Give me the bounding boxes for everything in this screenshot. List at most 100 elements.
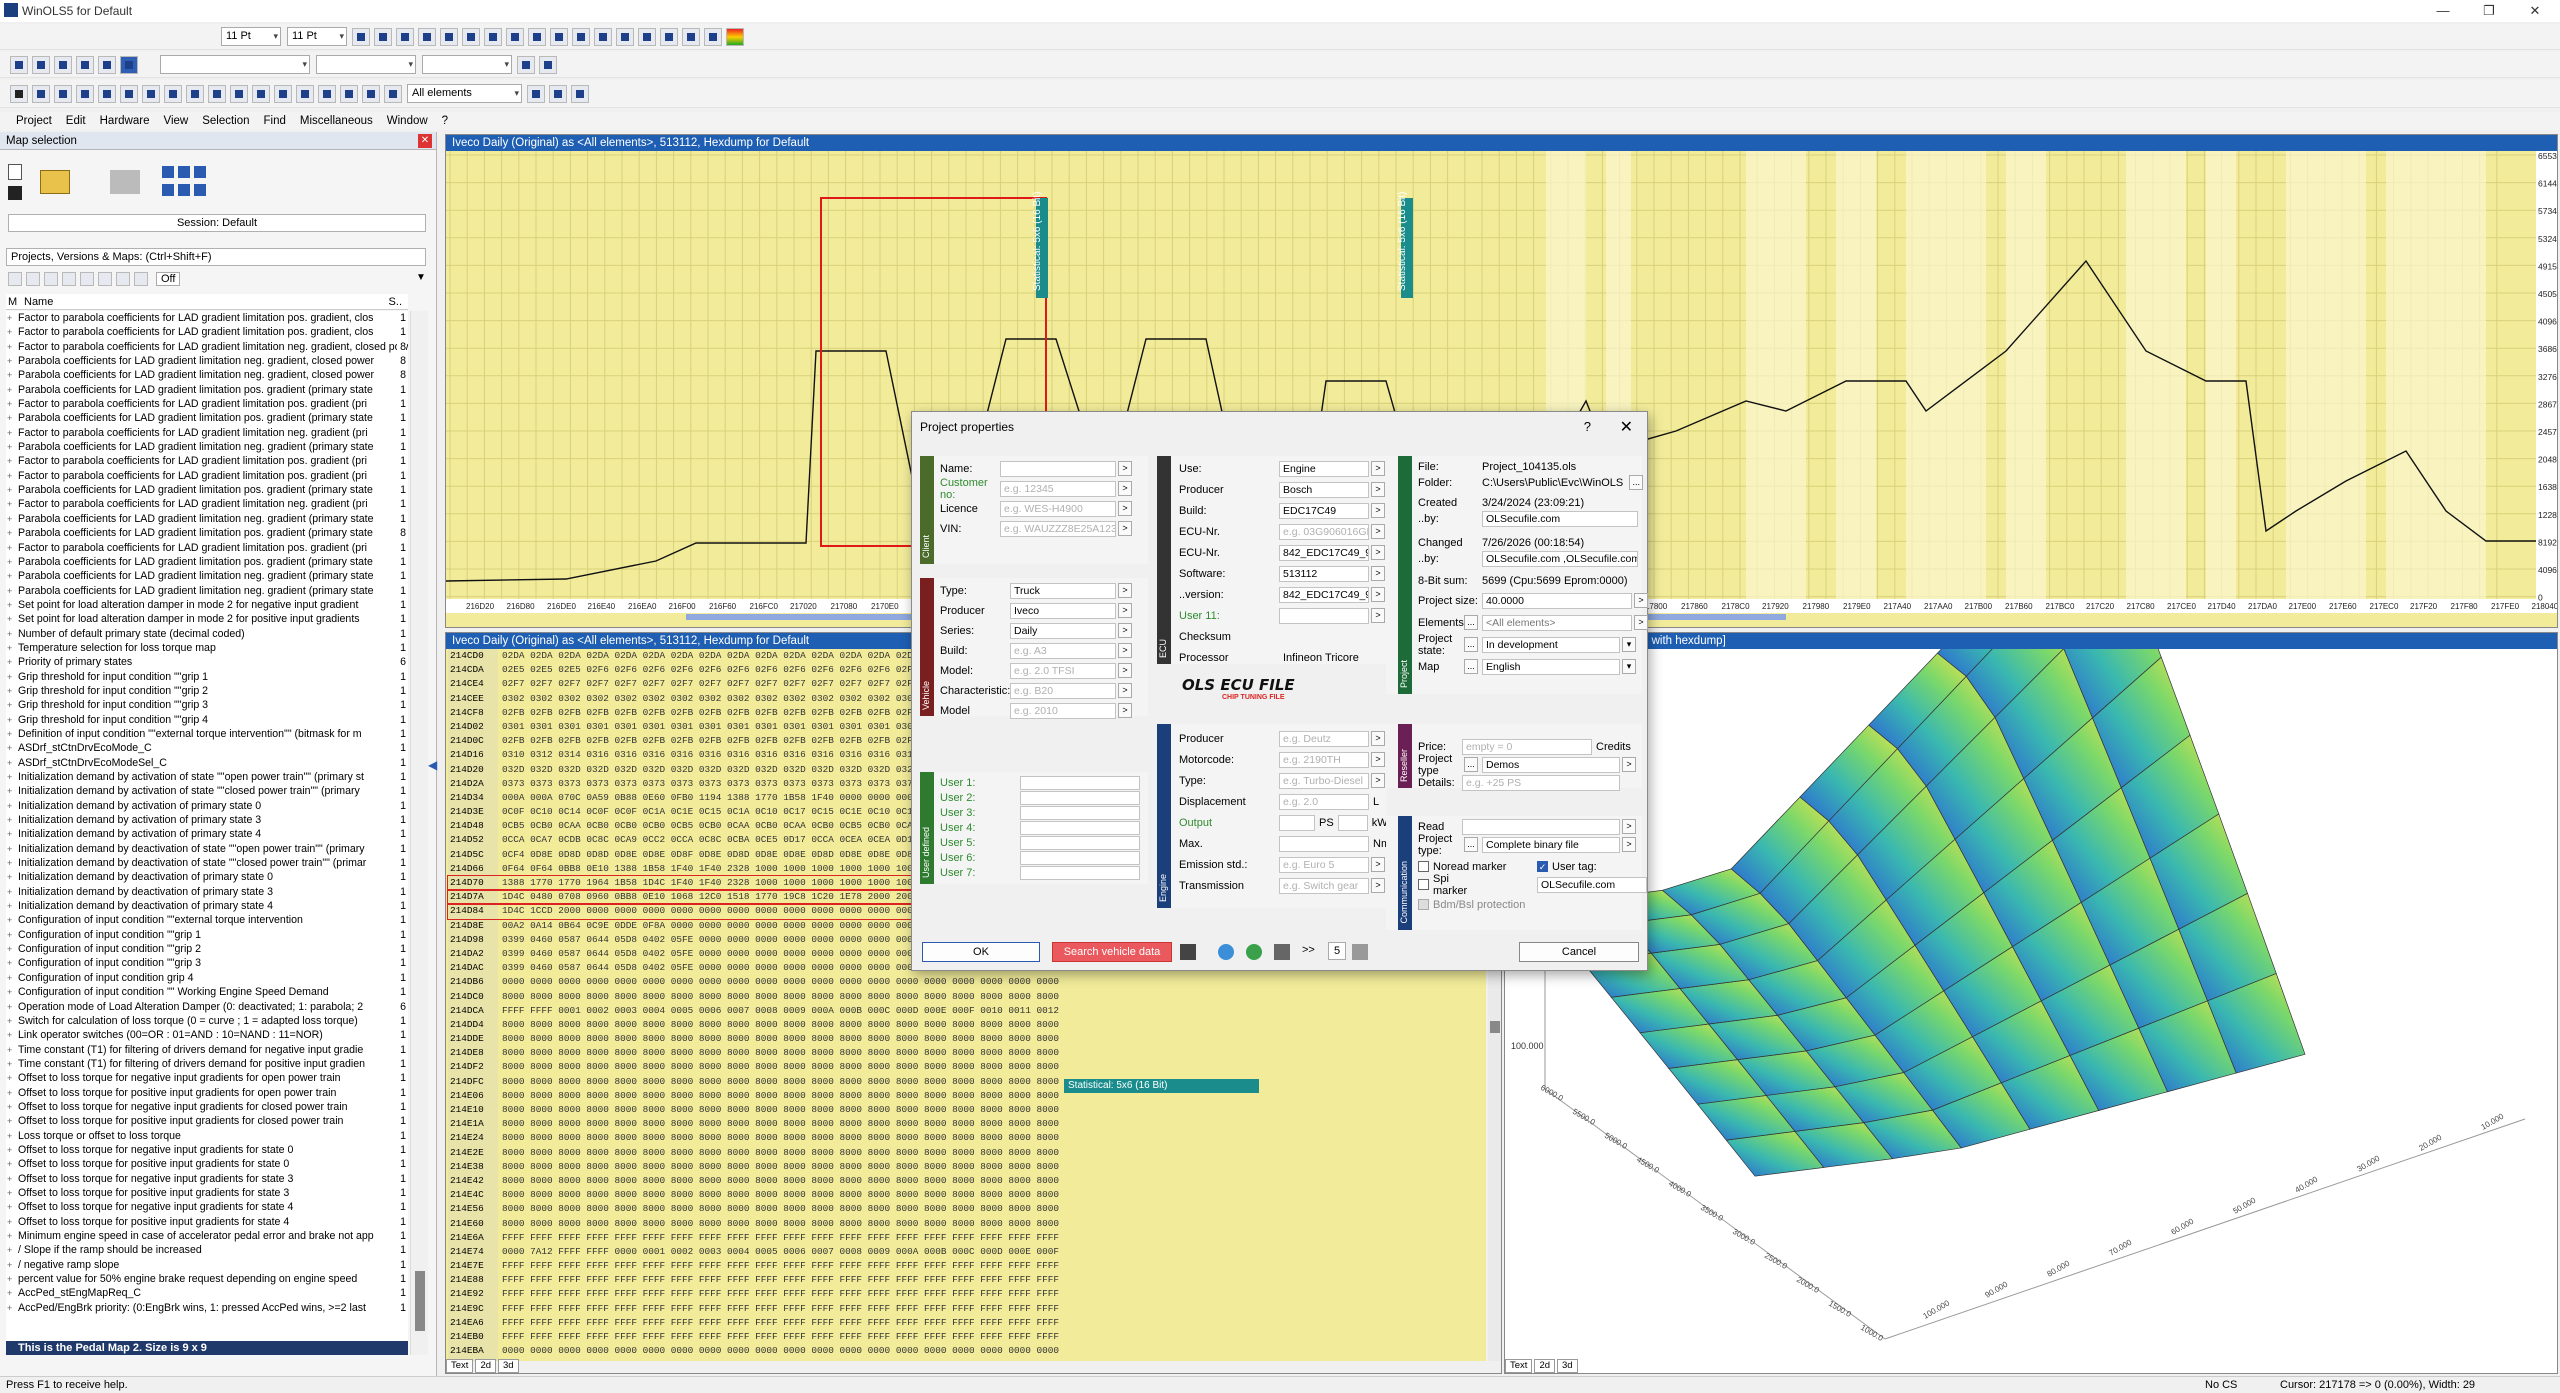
count-field[interactable]: 5 [1328, 942, 1346, 960]
field-arrow-button[interactable]: > [1118, 461, 1132, 476]
comm-type-arrow[interactable]: > [1622, 837, 1636, 852]
last-icon[interactable] [164, 84, 182, 103]
map-list-item[interactable]: + Configuration of input condition ""exte… [6, 913, 408, 928]
expand-icon[interactable]: + [7, 1028, 12, 1042]
filter7-icon[interactable] [116, 272, 130, 286]
expand-icon[interactable]: + [7, 397, 12, 411]
expand-icon[interactable]: + [7, 497, 12, 511]
field-input[interactable]: 842_EDC17C49_9 [1279, 544, 1369, 561]
map-list-item[interactable]: + Factor to parabola coefficients for LAD… [6, 325, 408, 340]
map-list-item[interactable]: + Parabola coefficients for LAD gradient … [6, 569, 408, 584]
map-list-item[interactable]: + Initialization demand by deactivation o… [6, 870, 408, 885]
map-tab-text[interactable]: Text [1505, 1359, 1533, 1373]
field-input[interactable]: 842_EDC17C49_9 [1279, 586, 1369, 603]
field-input[interactable]: e.g. 2010 [1010, 702, 1116, 719]
hex-row[interactable]: 214DE8 8000 8000 8000 8000 8000 8000 8000… [448, 1046, 1486, 1061]
map-list-item[interactable]: + Initialization demand by deactivation o… [6, 899, 408, 914]
prev-icon[interactable] [98, 84, 116, 103]
engine-field-input[interactable]: e.g. Deutz [1279, 730, 1369, 747]
map-list-item[interactable]: + Priority of primary states 6 [6, 655, 408, 670]
globe-icon[interactable] [1218, 944, 1234, 960]
map-list-item[interactable]: + / negative ramp slope 1 [6, 1257, 408, 1273]
expand-icon[interactable]: + [7, 655, 12, 669]
spi-checkbox[interactable] [1418, 879, 1429, 890]
font-size-combo-b[interactable]: 11 Pt [287, 27, 347, 46]
hex-row[interactable]: 214E74 0000 7A12 FFFF FFFF 0000 0001 0002… [448, 1244, 1486, 1260]
help-icon[interactable] [549, 84, 567, 103]
hex-row[interactable]: 214E7E FFFF FFFF FFFF FFFF FFFF FFFF FFFF… [448, 1259, 1486, 1274]
menu-project[interactable]: Project [16, 115, 52, 127]
map-list-item[interactable]: + AccPed/EngBrk priority: (0:EngBrk wins,… [6, 1300, 408, 1316]
expand-icon[interactable]: + [7, 842, 12, 856]
project-size-field[interactable]: 40.0000 [1482, 592, 1632, 609]
layout2-icon[interactable] [374, 27, 392, 46]
field-input[interactable]: Daily [1010, 622, 1116, 639]
value-combo[interactable] [422, 55, 512, 74]
details-field[interactable]: e.g. +25 PS [1462, 774, 1620, 791]
swap-icon[interactable] [528, 27, 546, 46]
elements-arrow[interactable]: > [1634, 615, 1648, 630]
dialog-close-button[interactable]: ✕ [1620, 417, 1633, 437]
map-list-item[interactable]: + AccPed_stEngMapReq_C 1 [6, 1286, 408, 1301]
expand-icon[interactable]: + [7, 1014, 12, 1028]
expand-icon[interactable]: + [7, 684, 12, 698]
field-arrow-button[interactable]: > [1371, 524, 1385, 539]
expand-icon[interactable]: + [7, 368, 12, 382]
expand-icon[interactable]: + [7, 813, 12, 827]
field-arrow-button[interactable]: > [1118, 501, 1132, 516]
map-list-item[interactable]: + Factor to parabola coefficients for LAD… [6, 454, 408, 469]
expand-icon[interactable]: + [7, 1129, 12, 1143]
project-size-arrow[interactable]: > [1634, 593, 1648, 608]
tab-text[interactable]: Text [446, 1359, 474, 1373]
tab-3d[interactable]: 3d [498, 1359, 519, 1373]
reseller-type-button[interactable]: ... [1464, 757, 1478, 772]
expand-icon[interactable]: + [7, 1272, 12, 1286]
map-tab-3d[interactable]: 3d [1557, 1359, 1578, 1373]
org-icon[interactable] [704, 27, 722, 46]
map-list-item[interactable]: + Parabola coefficients for LAD gradient … [6, 483, 408, 498]
minimize-button[interactable]: — [2420, 0, 2466, 22]
calc-icon[interactable] [186, 84, 204, 103]
hex8-icon[interactable] [418, 27, 436, 46]
expand-icon[interactable]: + [7, 311, 12, 325]
menu-window[interactable]: Window [387, 115, 428, 127]
map-list-item[interactable]: + Initialization demand by deactivation o… [6, 841, 408, 857]
hex-row[interactable]: 214DCA FFFF FFFF 0001 0002 0003 0004 0005… [448, 1003, 1486, 1018]
map-list-item[interactable]: + Offset to loss torque for negative inpu… [6, 1071, 408, 1086]
nav-left-icon[interactable] [274, 84, 292, 103]
expand-icon[interactable]: + [7, 541, 12, 555]
hex-icon[interactable] [572, 27, 590, 46]
elements-selector[interactable]: All elements [407, 84, 522, 103]
hex16-icon[interactable] [440, 27, 458, 46]
map-list-item[interactable]: + Factor to parabola coefficients for LAD… [6, 468, 408, 484]
list-menu-icon[interactable]: ▼ [416, 272, 426, 283]
expand-icon[interactable]: + [7, 885, 12, 899]
column-m[interactable]: M [8, 294, 17, 310]
map-list-item[interactable]: + ASDrf_stCtnDrvEcoMode_C 1 [6, 741, 408, 756]
field-arrow-button[interactable]: > [1371, 461, 1385, 476]
hex-row[interactable]: 214E56 8000 8000 8000 8000 8000 8000 8000… [448, 1202, 1486, 1217]
map-list-item[interactable]: + Grip threshold for input condition ""gr… [6, 712, 408, 727]
map-icon[interactable] [54, 84, 72, 103]
map-list-item[interactable]: + Factor to parabola coefficients for LAD… [6, 311, 408, 326]
filter6-icon[interactable] [98, 272, 112, 286]
delta-icon[interactable] [638, 27, 656, 46]
map-list-item[interactable]: + Loss torque or offset to loss torque 1 [6, 1128, 408, 1143]
created-by-field[interactable]: OLSecufile.com [1482, 510, 1638, 527]
factor-icon[interactable] [660, 27, 678, 46]
expand-icon[interactable]: + [7, 512, 12, 526]
engine-arrow-button[interactable]: > [1371, 752, 1385, 767]
map-list-item[interactable]: + Factor to parabola coefficients for LAD… [6, 497, 408, 512]
map-list-item[interactable]: + Offset to loss torque for negative inpu… [6, 1200, 408, 1215]
hex-row[interactable]: 214E92 FFFF FFFF FFFF FFFF FFFF FFFF FFFF… [448, 1287, 1486, 1302]
field-arrow-button[interactable]: > [1371, 482, 1385, 497]
menu-edit[interactable]: Edit [66, 115, 86, 127]
map-list-item[interactable]: + Initialization demand by deactivation o… [6, 856, 408, 871]
user-field-input[interactable] [1020, 850, 1140, 865]
hex-row[interactable]: 214EA6 FFFF FFFF FFFF FFFF FFFF FFFF FFFF… [448, 1315, 1486, 1331]
window2-icon[interactable] [384, 84, 402, 103]
expand-icon[interactable]: + [7, 454, 12, 468]
map-list-item[interactable]: + Set point for load alteration damper in… [6, 597, 408, 613]
print-icon[interactable] [318, 84, 336, 103]
expand-icon[interactable]: + [7, 1229, 12, 1243]
